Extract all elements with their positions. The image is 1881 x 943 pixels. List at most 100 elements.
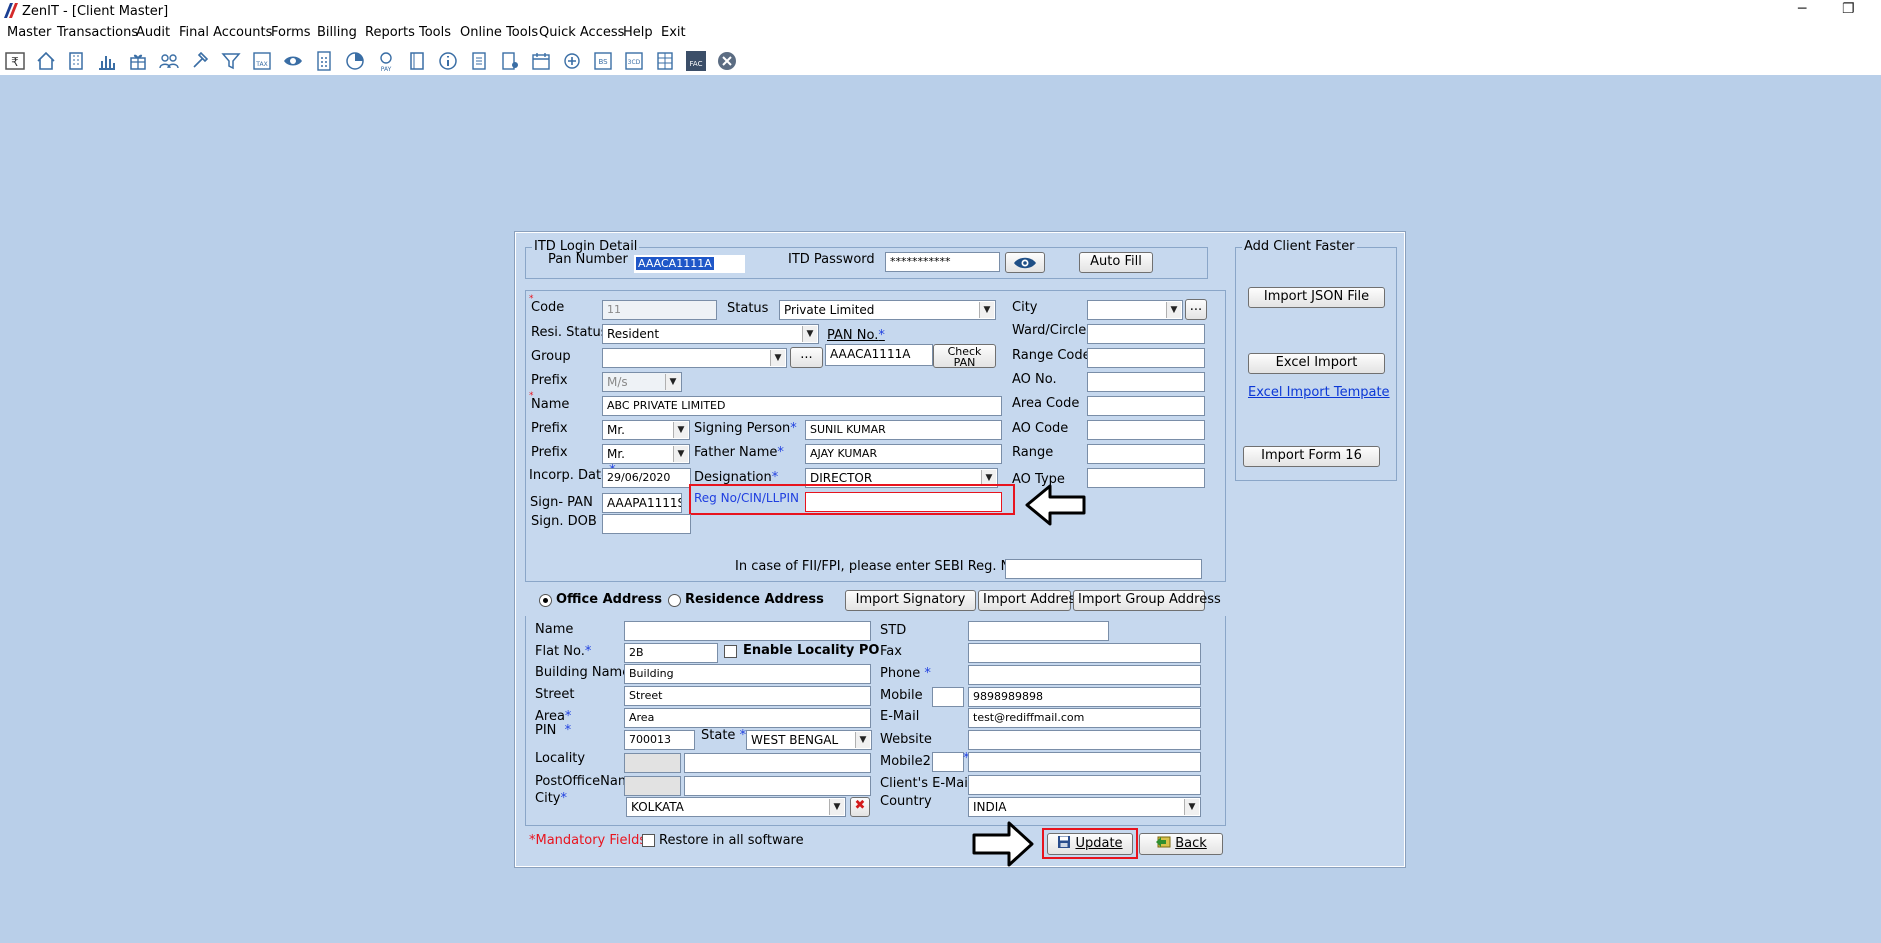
- city-select[interactable]: ▼: [1087, 300, 1183, 320]
- excel-import-button[interactable]: Excel Import: [1248, 353, 1385, 374]
- state-select[interactable]: WEST BENGAL ▼: [746, 730, 872, 750]
- restore-all-software-checkbox[interactable]: [642, 834, 655, 847]
- street-input[interactable]: Street: [624, 686, 871, 706]
- status-select[interactable]: Private Limited ▼: [779, 300, 996, 320]
- incorp-date-input[interactable]: 29/06/2020: [602, 468, 691, 488]
- addr-name-input[interactable]: [624, 621, 871, 641]
- building-name-input[interactable]: Building: [624, 664, 871, 684]
- sign-dob-input[interactable]: [602, 514, 691, 534]
- grid-icon[interactable]: [652, 48, 678, 74]
- auto-fill-button[interactable]: Auto Fill: [1079, 252, 1153, 273]
- bs-icon[interactable]: BS: [590, 48, 616, 74]
- menu-exit[interactable]: Exit: [661, 25, 686, 40]
- phone-input[interactable]: [968, 665, 1201, 685]
- prefix2-select[interactable]: Mr. ▼: [602, 420, 690, 440]
- mobile-code-input[interactable]: [932, 687, 964, 707]
- mobile2-code-input[interactable]: [932, 752, 964, 772]
- area-code-input[interactable]: [1087, 396, 1205, 416]
- fac-icon[interactable]: FAC: [683, 48, 709, 74]
- menu-forms[interactable]: Forms: [271, 25, 311, 40]
- excel-import-template-link[interactable]: Excel Import Tempate: [1248, 385, 1390, 400]
- update-button[interactable]: Update: [1047, 833, 1133, 855]
- pan-no-input[interactable]: AAACA1111A: [825, 344, 933, 366]
- eye-icon[interactable]: [280, 48, 306, 74]
- import-json-button[interactable]: Import JSON File: [1248, 287, 1385, 308]
- prefix3-select[interactable]: Mr. ▼: [602, 444, 690, 464]
- father-name-input[interactable]: AJAY KUMAR: [805, 444, 1002, 464]
- locality-code-input[interactable]: [624, 753, 681, 773]
- country-select[interactable]: INDIA ▼: [968, 797, 1201, 817]
- area-input[interactable]: Area: [624, 708, 871, 728]
- std-input[interactable]: [968, 621, 1109, 641]
- ao-type-input[interactable]: [1087, 468, 1205, 488]
- tax-icon[interactable]: TAX: [249, 48, 275, 74]
- home-icon[interactable]: [33, 48, 59, 74]
- locality-input[interactable]: [684, 753, 871, 773]
- menu-final-accounts[interactable]: Final Accounts: [179, 25, 272, 40]
- flat-no-input[interactable]: 2B: [624, 643, 718, 663]
- restore-button[interactable]: ❐: [1842, 1, 1855, 17]
- import-address-button[interactable]: Import Address: [978, 590, 1082, 611]
- 3cd-icon[interactable]: 3CD: [621, 48, 647, 74]
- menu-online-tools[interactable]: Online Tools: [460, 25, 538, 40]
- name-input[interactable]: ABC PRIVATE LIMITED: [602, 396, 1002, 416]
- addr-city-select[interactable]: KOLKATA ▼: [626, 797, 846, 817]
- calendar-icon[interactable]: [528, 48, 554, 74]
- city-browse-button[interactable]: ...: [1185, 299, 1207, 320]
- minimize-button[interactable]: ─: [1798, 1, 1806, 17]
- close-circle-icon[interactable]: [714, 48, 740, 74]
- document-icon[interactable]: [466, 48, 492, 74]
- mobile-input[interactable]: 9898989898: [968, 687, 1201, 707]
- rupee-icon[interactable]: ₹: [2, 48, 28, 74]
- menu-help[interactable]: Help: [623, 25, 653, 40]
- group-select[interactable]: ▼: [602, 348, 787, 368]
- enable-locality-po-checkbox[interactable]: [724, 645, 737, 658]
- pie-chart-icon[interactable]: [342, 48, 368, 74]
- calculator-icon[interactable]: [311, 48, 337, 74]
- signing-person-input[interactable]: SUNIL KUMAR: [805, 420, 1002, 440]
- residence-address-radio[interactable]: [668, 594, 681, 607]
- import-group-address-button[interactable]: Import Group Address: [1073, 590, 1221, 611]
- menu-billing[interactable]: Billing: [317, 25, 357, 40]
- prefix1-select[interactable]: M/s ▼: [602, 372, 682, 392]
- range-code-input[interactable]: [1087, 348, 1205, 368]
- ao-no-input[interactable]: [1087, 372, 1205, 392]
- post-office-input[interactable]: [684, 776, 871, 796]
- group-browse-button[interactable]: ...: [790, 347, 823, 368]
- book-icon[interactable]: [404, 48, 430, 74]
- sign-pan-input[interactable]: AAAPA1111S: [602, 493, 682, 513]
- menu-quick-access[interactable]: Quick Access: [539, 25, 624, 40]
- filter-icon[interactable]: [218, 48, 244, 74]
- range-input[interactable]: [1087, 444, 1205, 464]
- user-document-icon[interactable]: [497, 48, 523, 74]
- building-icon[interactable]: [63, 48, 89, 74]
- mobile2-input[interactable]: [968, 752, 1201, 772]
- menu-reports[interactable]: Reports: [365, 25, 415, 40]
- fax-input[interactable]: [968, 643, 1201, 663]
- code-input[interactable]: 11: [602, 300, 717, 320]
- itd-password-input[interactable]: ***********: [885, 252, 1000, 272]
- back-button[interactable]: Back: [1139, 833, 1223, 855]
- import-form16-button[interactable]: Import Form 16: [1243, 446, 1380, 467]
- email-input[interactable]: test@rediffmail.com: [968, 708, 1201, 728]
- pin-input[interactable]: 700013: [624, 730, 695, 750]
- menu-audit[interactable]: Audit: [136, 25, 170, 40]
- resi-status-select[interactable]: Resident ▼: [602, 324, 819, 344]
- office-address-radio[interactable]: [539, 594, 552, 607]
- website-input[interactable]: [968, 730, 1201, 750]
- gift-icon[interactable]: [125, 48, 151, 74]
- pan-number-input[interactable]: AAACA1111A: [634, 255, 745, 273]
- hammer-icon[interactable]: [187, 48, 213, 74]
- import-signatory-button[interactable]: Import Signatory: [845, 590, 976, 611]
- users-icon[interactable]: [156, 48, 182, 74]
- clear-city-button[interactable]: ✖: [850, 797, 870, 817]
- show-password-button[interactable]: [1005, 252, 1045, 273]
- ao-code-input[interactable]: [1087, 420, 1205, 440]
- client-email-input[interactable]: [968, 775, 1201, 795]
- check-pan-button[interactable]: Check PAN: [933, 344, 996, 368]
- post-office-code-input[interactable]: [624, 776, 681, 796]
- pay-icon[interactable]: PAY: [373, 48, 399, 74]
- ward-circle-input[interactable]: [1087, 324, 1205, 344]
- info-icon[interactable]: [435, 48, 461, 74]
- sebi-input[interactable]: [1005, 559, 1202, 579]
